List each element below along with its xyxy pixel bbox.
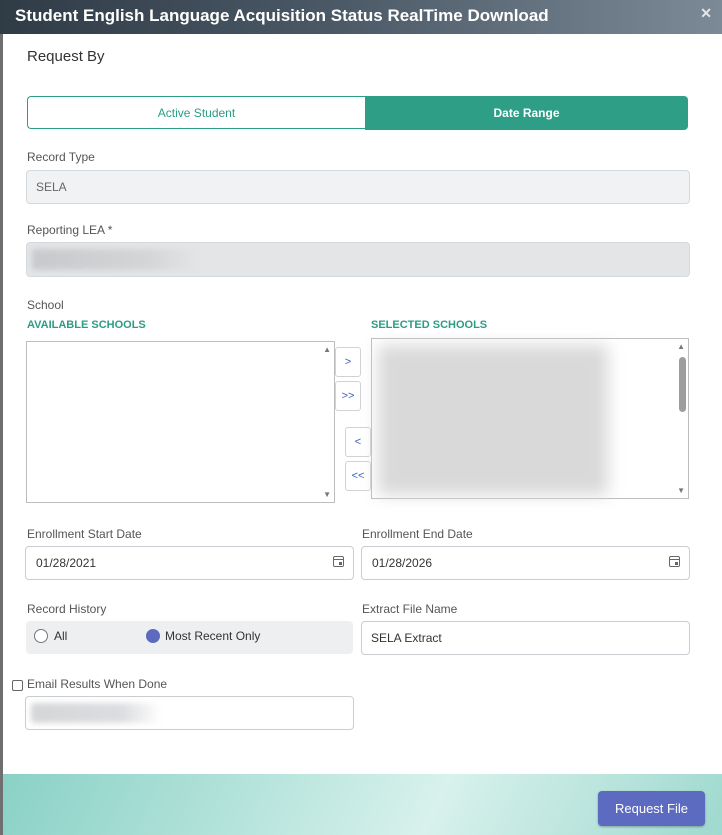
- available-schools-list[interactable]: ▲ ▼: [26, 341, 335, 503]
- scroll-down-icon[interactable]: ▼: [323, 490, 331, 499]
- extract-file-value: SELA Extract: [371, 631, 442, 645]
- dialog-titlebar: Student English Language Acquisition Sta…: [0, 0, 722, 34]
- scroll-down-icon[interactable]: ▼: [677, 486, 685, 495]
- record-history-panel: All Most Recent Only: [26, 621, 353, 654]
- redacted-email: [31, 703, 161, 723]
- remove-school-button[interactable]: <: [345, 427, 371, 457]
- school-label: School: [27, 298, 64, 312]
- scroll-up-icon[interactable]: ▲: [323, 345, 331, 354]
- enrollment-end-label: Enrollment End Date: [362, 527, 473, 541]
- available-schools-label: AVAILABLE SCHOOLS: [27, 319, 146, 331]
- email-results-label: Email Results When Done: [27, 677, 168, 691]
- selected-schools-label: SELECTED SCHOOLS: [371, 319, 488, 331]
- remove-all-schools-button[interactable]: <<: [345, 461, 371, 491]
- enrollment-start-input[interactable]: 01/28/2021: [25, 546, 354, 580]
- request-by-heading: Request By: [27, 48, 105, 65]
- enrollment-start-label: Enrollment Start Date: [27, 527, 142, 541]
- calendar-icon[interactable]: [669, 556, 680, 567]
- dialog-title: Student English Language Acquisition Sta…: [15, 6, 549, 25]
- record-type-value: SELA: [36, 180, 67, 194]
- record-history-label: Record History: [27, 602, 107, 616]
- toggle-date-range[interactable]: Date Range: [365, 96, 688, 130]
- record-type-label: Record Type: [27, 150, 95, 164]
- redacted-lea: [32, 249, 197, 270]
- enrollment-start-value: 01/28/2021: [36, 556, 97, 570]
- radio-most-recent[interactable]: [146, 629, 160, 643]
- reporting-lea-label: Reporting LEA *: [27, 223, 113, 237]
- calendar-icon[interactable]: [333, 556, 344, 567]
- selected-schools-list[interactable]: ▲ ▼: [371, 338, 689, 499]
- extract-file-input[interactable]: SELA Extract: [361, 621, 690, 655]
- radio-all[interactable]: [34, 629, 48, 643]
- scrollbar-thumb[interactable]: [679, 357, 686, 412]
- radio-most-recent-label[interactable]: Most Recent Only: [165, 629, 260, 643]
- enrollment-end-value: 01/28/2026: [372, 556, 433, 570]
- radio-all-label[interactable]: All: [54, 629, 67, 643]
- add-all-schools-button[interactable]: >>: [335, 381, 361, 411]
- extract-file-label: Extract File Name: [362, 602, 458, 616]
- record-type-field: SELA: [26, 170, 690, 204]
- add-school-button[interactable]: >: [335, 347, 361, 377]
- email-results-checkbox[interactable]: [12, 680, 23, 691]
- close-icon[interactable]: ✕: [700, 5, 712, 22]
- request-file-button[interactable]: Request File: [598, 791, 705, 826]
- redacted-schools: [378, 345, 608, 495]
- toggle-active-student[interactable]: Active Student: [27, 96, 365, 129]
- scroll-up-icon[interactable]: ▲: [677, 342, 685, 351]
- enrollment-end-input[interactable]: 01/28/2026: [361, 546, 690, 580]
